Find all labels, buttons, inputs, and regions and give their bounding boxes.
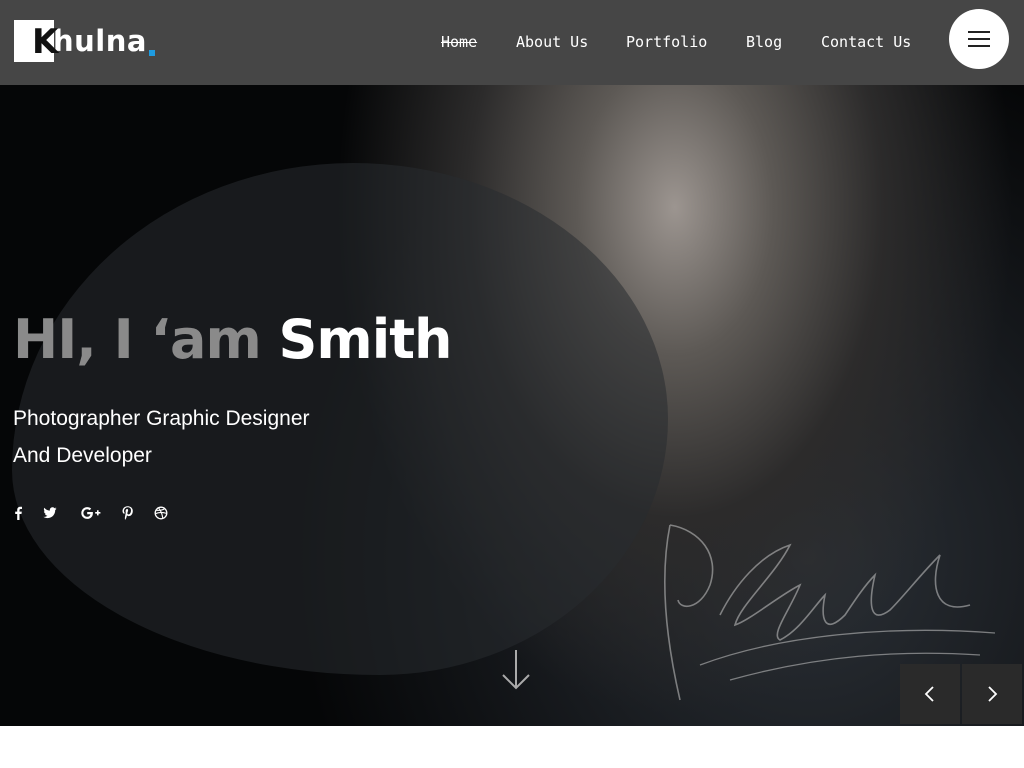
nav-item-home[interactable]: Home: [441, 33, 477, 51]
hero-title-name: Smith: [278, 308, 453, 371]
arrow-down-icon[interactable]: [500, 648, 532, 696]
facebook-icon[interactable]: [10, 505, 26, 521]
nav-item-blog[interactable]: Blog: [746, 33, 782, 51]
hero-section: HI, I ‘am Smith Photographer Graphic Des…: [0, 85, 1024, 726]
google-plus-icon[interactable]: [80, 505, 102, 521]
logo-text: hulna: [53, 24, 147, 58]
nav-item-contact-us[interactable]: Contact Us: [821, 33, 911, 51]
hero-subtitle: Photographer Graphic Designer And Develo…: [13, 400, 343, 474]
hero-subtitle-line1: Photographer Graphic Designer: [13, 407, 310, 430]
pinterest-icon[interactable]: [119, 505, 135, 521]
content-section-start: [0, 726, 1024, 768]
twitter-icon[interactable]: [42, 505, 58, 521]
hero-title: HI, I ‘am Smith: [13, 303, 453, 377]
dribbble-icon[interactable]: [153, 505, 169, 521]
site-logo[interactable]: K hulna: [14, 20, 155, 62]
chevron-left-icon: [924, 686, 934, 702]
logo-letter: K: [32, 22, 59, 62]
nav-item-portfolio[interactable]: Portfolio: [626, 33, 707, 51]
slider-prev-button[interactable]: [900, 664, 960, 724]
chevron-right-icon: [988, 686, 998, 702]
hero-subtitle-line2: And Developer: [13, 444, 152, 467]
logo-dot: [148, 50, 155, 56]
nav-item-about-us[interactable]: About Us: [516, 33, 588, 51]
hero-title-prefix: HI, I ‘am: [13, 308, 262, 371]
logo-mark: K: [14, 20, 58, 62]
site-header: K hulna Home About Us Portfolio Blog Con…: [0, 0, 1024, 85]
slider-next-button[interactable]: [962, 664, 1022, 724]
hamburger-icon[interactable]: [949, 9, 1009, 69]
